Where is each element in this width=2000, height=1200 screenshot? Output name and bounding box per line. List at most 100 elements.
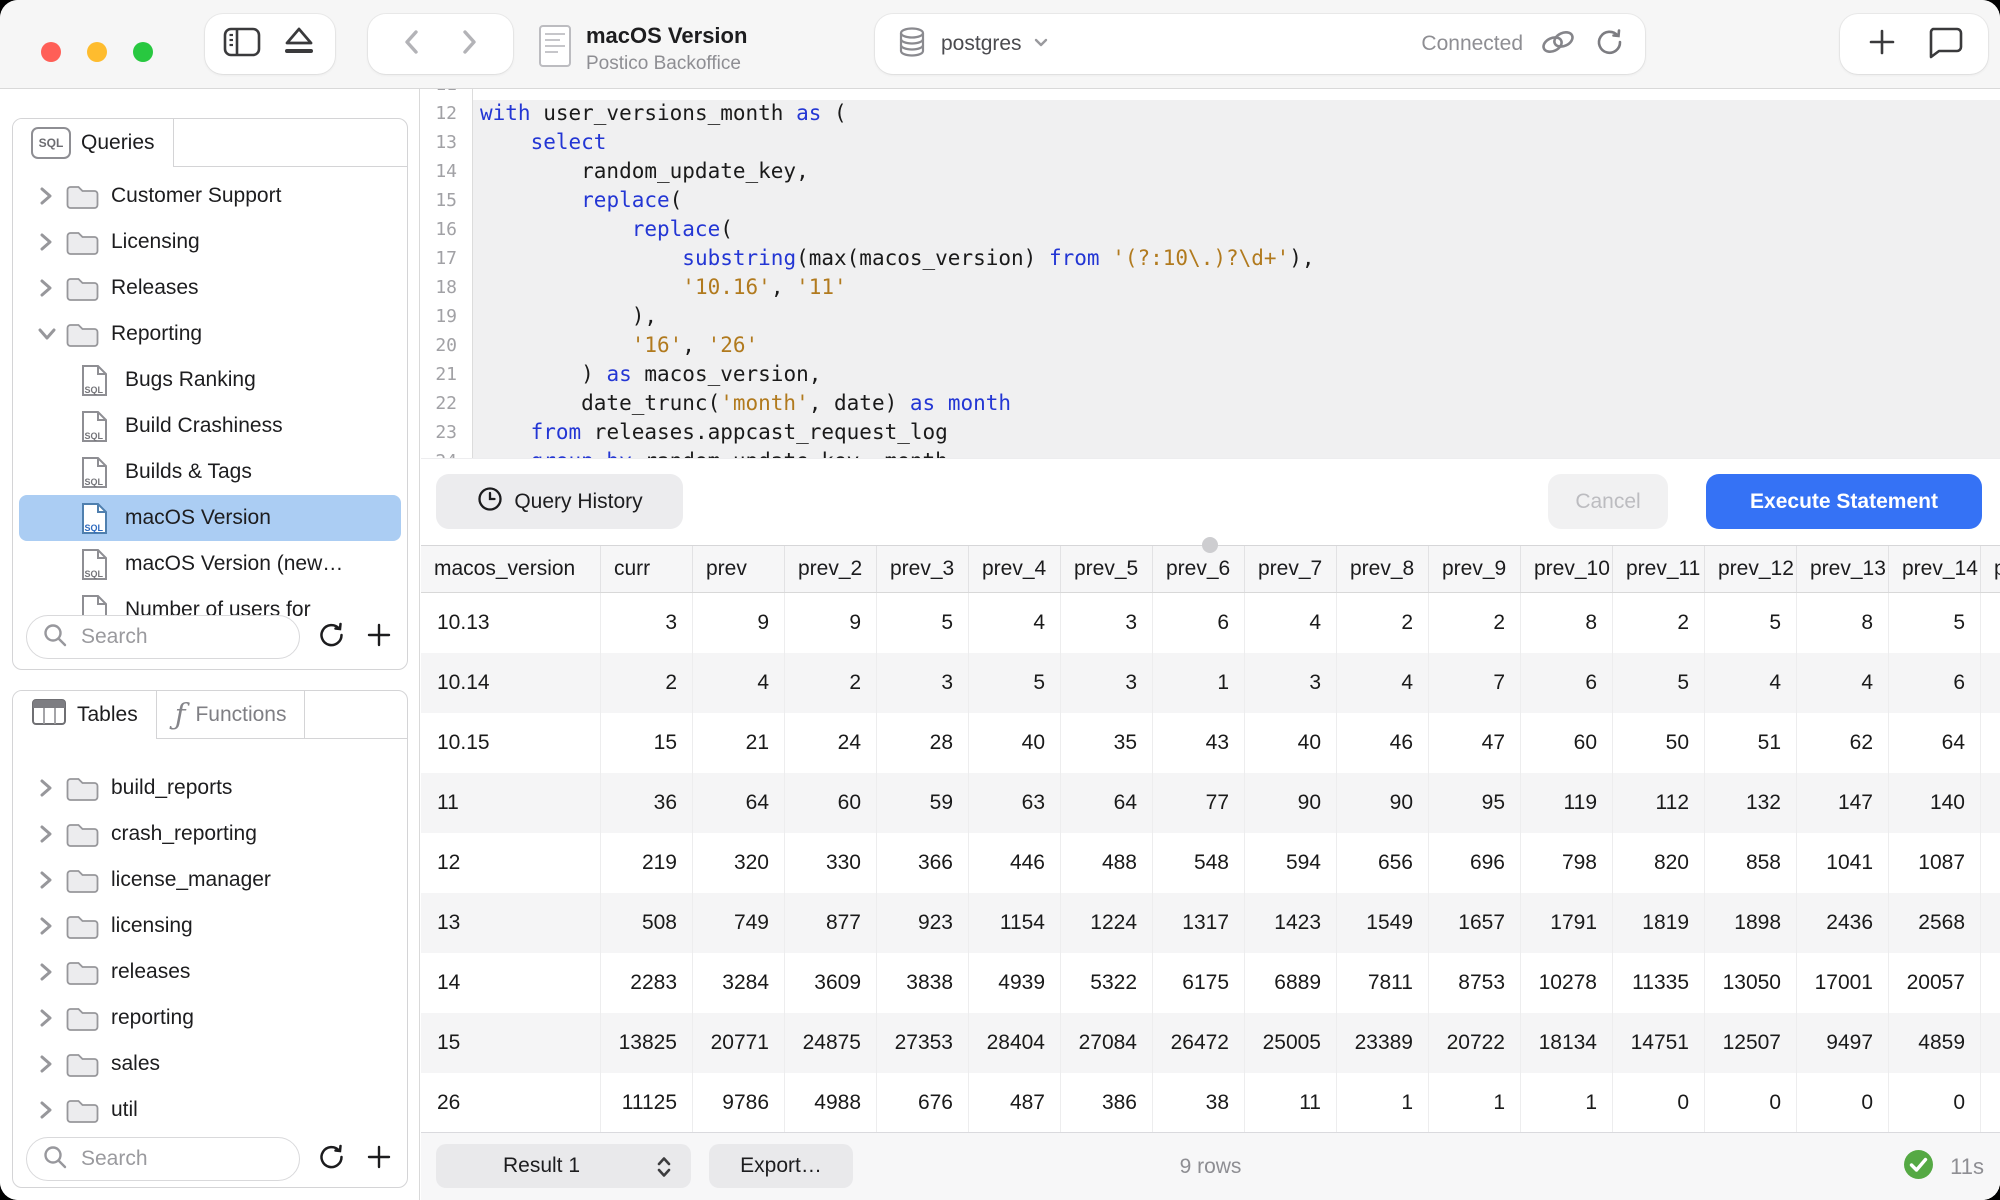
table-row-10-15[interactable]: 10.15152124284035434046476050516264 bbox=[421, 713, 2000, 773]
cell-prev_4[interactable]: 28404 bbox=[969, 1013, 1061, 1073]
cell-prev_10[interactable]: 18134 bbox=[1521, 1013, 1613, 1073]
minimize-window-button[interactable] bbox=[87, 42, 107, 62]
cell-prev_5[interactable]: 35 bbox=[1061, 713, 1153, 773]
chevron-right-icon[interactable] bbox=[35, 960, 65, 984]
chevron-right-icon[interactable] bbox=[35, 1052, 65, 1076]
cell-prev_9[interactable]: 47 bbox=[1429, 713, 1521, 773]
cell-prev_7[interactable]: 1423 bbox=[1245, 893, 1337, 953]
cell-prev_8[interactable]: 90 bbox=[1337, 773, 1429, 833]
queries-search-input[interactable] bbox=[79, 624, 285, 650]
table-row-15[interactable]: 1513825207712487527353284042708426472250… bbox=[421, 1013, 2000, 1073]
cell-prev_4[interactable]: 63 bbox=[969, 773, 1061, 833]
column-header-prev_15[interactable]: prev_15 bbox=[1981, 546, 2000, 592]
cell-prev[interactable]: 64 bbox=[693, 773, 785, 833]
cell-prev_6[interactable]: 1317 bbox=[1153, 893, 1245, 953]
column-header-prev_12[interactable]: prev_12 bbox=[1705, 546, 1797, 592]
cell-prev_10[interactable]: 1 bbox=[1521, 1073, 1613, 1133]
refresh-tables-icon[interactable] bbox=[316, 1141, 346, 1178]
cell-prev[interactable]: 4 bbox=[693, 653, 785, 713]
table-row-10-14[interactable]: 10.14242353134765446 bbox=[421, 653, 2000, 713]
cell-curr[interactable]: 13825 bbox=[601, 1013, 693, 1073]
cell-prev_12[interactable]: 5 bbox=[1705, 593, 1797, 653]
cell-prev_13[interactable]: 147 bbox=[1797, 773, 1889, 833]
add-table-plus-icon[interactable] bbox=[364, 1142, 394, 1177]
cell-prev_12[interactable]: 51 bbox=[1705, 713, 1797, 773]
chevron-right-icon[interactable] bbox=[35, 822, 65, 846]
cell-prev_9[interactable]: 8753 bbox=[1429, 953, 1521, 1013]
cell-prev_11[interactable]: 820 bbox=[1613, 833, 1705, 893]
sidebar-item-customer-support[interactable]: Customer Support bbox=[13, 173, 407, 219]
cell-prev[interactable]: 3284 bbox=[693, 953, 785, 1013]
cell-prev_8[interactable]: 1 bbox=[1337, 1073, 1429, 1133]
cell-prev_3[interactable]: 3838 bbox=[877, 953, 969, 1013]
chevron-right-icon[interactable] bbox=[35, 230, 65, 254]
cell-macos-version[interactable]: 10.13 bbox=[421, 593, 601, 653]
table-row-14[interactable]: 1422833284360938384939532261756889781187… bbox=[421, 953, 2000, 1013]
cell-prev_10[interactable]: 1791 bbox=[1521, 893, 1613, 953]
chevron-right-icon[interactable] bbox=[35, 776, 65, 800]
cell-prev_14[interactable]: 64 bbox=[1889, 713, 1981, 773]
cell-prev_12[interactable]: 1898 bbox=[1705, 893, 1797, 953]
cell-prev_3[interactable]: 366 bbox=[877, 833, 969, 893]
cell-macos-version[interactable]: 26 bbox=[421, 1073, 601, 1133]
cell-prev_5[interactable]: 488 bbox=[1061, 833, 1153, 893]
feedback-chat-icon[interactable] bbox=[1925, 24, 1963, 65]
sidebar-item-crash-reporting[interactable]: crash_reporting bbox=[13, 811, 407, 857]
cell-prev_7[interactable]: 11 bbox=[1245, 1073, 1337, 1133]
new-item-plus-icon[interactable] bbox=[1865, 25, 1899, 64]
cell-prev_12[interactable]: 4 bbox=[1705, 653, 1797, 713]
cell-prev[interactable]: 9786 bbox=[693, 1073, 785, 1133]
sidebar-item-license-manager[interactable]: license_manager bbox=[13, 857, 407, 903]
sidebar-item-releases[interactable]: Releases bbox=[13, 265, 407, 311]
add-query-plus-icon[interactable] bbox=[364, 620, 394, 655]
close-window-button[interactable] bbox=[41, 42, 61, 62]
cell-prev_12[interactable]: 13050 bbox=[1705, 953, 1797, 1013]
cell-prev_6[interactable]: 38 bbox=[1153, 1073, 1245, 1133]
tables-search-field[interactable] bbox=[26, 1137, 300, 1181]
sidebar-item-util[interactable]: util bbox=[13, 1087, 407, 1133]
column-header-prev_9[interactable]: prev_9 bbox=[1429, 546, 1521, 592]
cell-prev_8[interactable]: 46 bbox=[1337, 713, 1429, 773]
cell-prev_2[interactable]: 4988 bbox=[785, 1073, 877, 1133]
cell-prev_14[interactable]: 20057 bbox=[1889, 953, 1981, 1013]
cell-prev_6[interactable]: 6175 bbox=[1153, 953, 1245, 1013]
cell-prev_12[interactable]: 132 bbox=[1705, 773, 1797, 833]
cell-prev_6[interactable]: 77 bbox=[1153, 773, 1245, 833]
cell-prev_9[interactable]: 696 bbox=[1429, 833, 1521, 893]
cell-prev_13[interactable]: 8 bbox=[1797, 593, 1889, 653]
table-row-11[interactable]: 1136646059636477909095119112132147140 bbox=[421, 773, 2000, 833]
column-header-prev_3[interactable]: prev_3 bbox=[877, 546, 969, 592]
cell-prev_4[interactable]: 5 bbox=[969, 653, 1061, 713]
sidebar-item-macos-version-new[interactable]: SQLmacOS Version (new… bbox=[13, 541, 407, 587]
chevron-right-icon[interactable] bbox=[35, 276, 65, 300]
column-header-prev_13[interactable]: prev_13 bbox=[1797, 546, 1889, 592]
cell-prev_7[interactable]: 4 bbox=[1245, 593, 1337, 653]
cell-prev_5[interactable]: 27084 bbox=[1061, 1013, 1153, 1073]
cell-prev_4[interactable]: 487 bbox=[969, 1073, 1061, 1133]
column-header-curr[interactable]: curr bbox=[601, 546, 693, 592]
column-header-prev_14[interactable]: prev_14 bbox=[1889, 546, 1981, 592]
cell-prev_11[interactable]: 2 bbox=[1613, 593, 1705, 653]
cell-prev_10[interactable]: 60 bbox=[1521, 713, 1613, 773]
cell-prev_8[interactable]: 1549 bbox=[1337, 893, 1429, 953]
sidebar-item-reporting[interactable]: Reporting bbox=[13, 311, 407, 357]
database-selector[interactable]: postgres bbox=[941, 32, 1022, 56]
cell-prev_7[interactable]: 40 bbox=[1245, 713, 1337, 773]
chevron-right-icon[interactable] bbox=[35, 184, 65, 208]
cell-prev_14[interactable]: 6 bbox=[1889, 653, 1981, 713]
column-header-prev_4[interactable]: prev_4 bbox=[969, 546, 1061, 592]
table-row-26[interactable]: 26111259786498867648738638111110000 bbox=[421, 1073, 2000, 1133]
cell-prev[interactable]: 9 bbox=[693, 593, 785, 653]
cell-prev_5[interactable]: 1224 bbox=[1061, 893, 1153, 953]
cell-prev_11[interactable]: 50 bbox=[1613, 713, 1705, 773]
column-header-prev_5[interactable]: prev_5 bbox=[1061, 546, 1153, 592]
cell-prev_6[interactable]: 26472 bbox=[1153, 1013, 1245, 1073]
sidebar-item-licensing[interactable]: Licensing bbox=[13, 219, 407, 265]
zoom-window-button[interactable] bbox=[133, 42, 153, 62]
cell-prev_2[interactable]: 3609 bbox=[785, 953, 877, 1013]
cell-prev_5[interactable]: 5322 bbox=[1061, 953, 1153, 1013]
execute-statement-button[interactable]: Execute Statement bbox=[1706, 474, 1982, 529]
column-header-prev_10[interactable]: prev_10 bbox=[1521, 546, 1613, 592]
column-header-prev_7[interactable]: prev_7 bbox=[1245, 546, 1337, 592]
cell-prev_4[interactable]: 1154 bbox=[969, 893, 1061, 953]
